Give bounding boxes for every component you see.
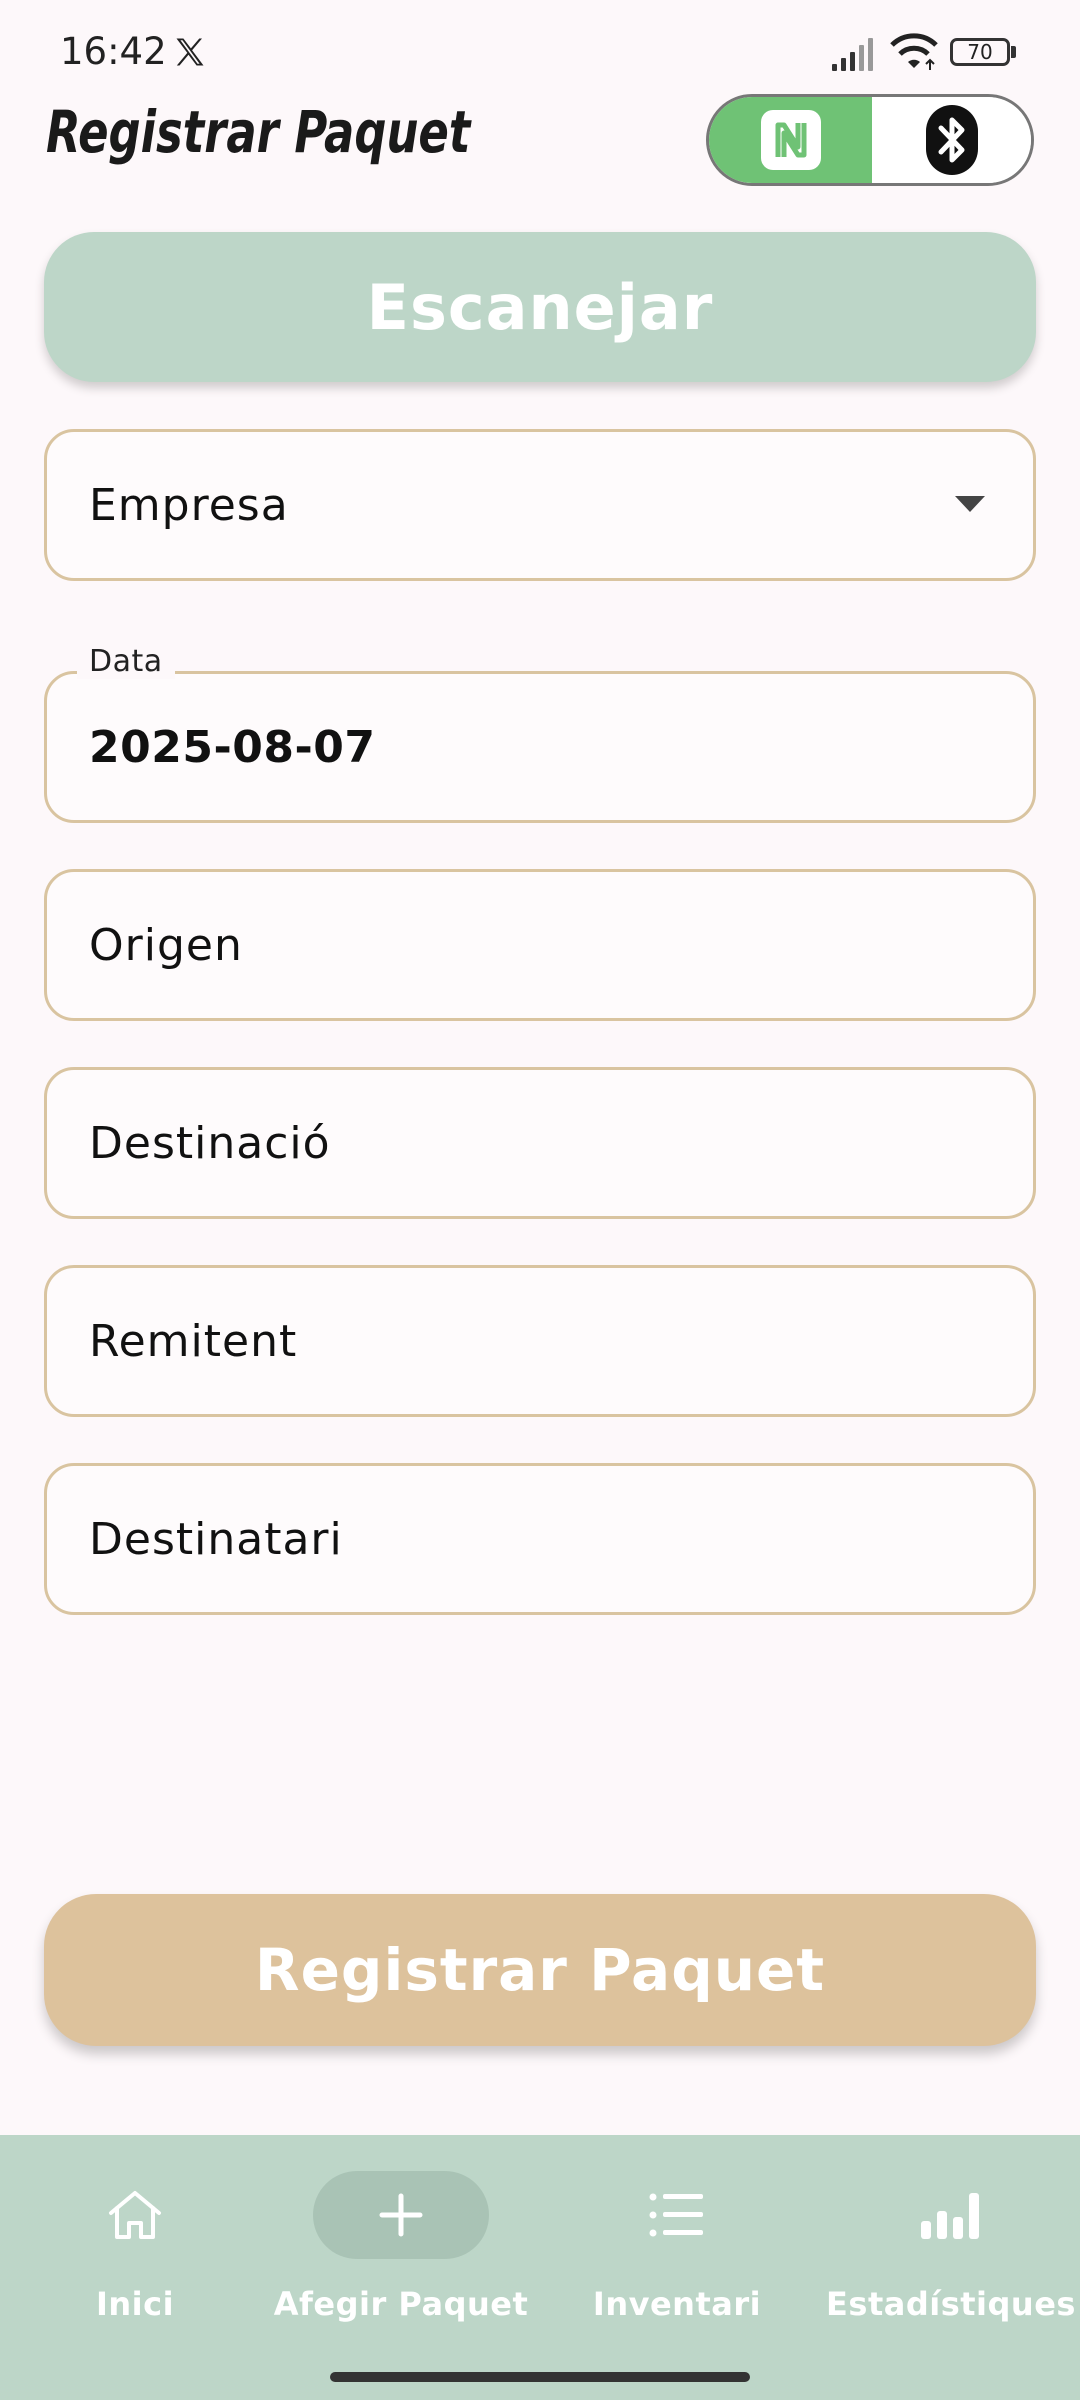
nav-label-add-package: Afegir Paquet (273, 2285, 529, 2323)
nav-label-home: Inici (95, 2285, 175, 2323)
bar-chart-icon (921, 2193, 979, 2239)
nav-label-inventory: Inventari (592, 2285, 762, 2323)
wifi-icon (890, 33, 938, 70)
nav-item-home[interactable]: Inici (0, 2135, 270, 2355)
company-dropdown[interactable]: Empresa (44, 429, 1036, 581)
date-value: 2025-08-07 (89, 721, 376, 773)
battery-level: 70 (967, 40, 993, 64)
destination-placeholder: Destinació (89, 1117, 331, 1169)
plus-icon (379, 2193, 423, 2237)
nav-item-add-package[interactable]: Afegir Paquet (266, 2135, 536, 2355)
home-icon (109, 2191, 161, 2239)
signal-icon (832, 38, 873, 71)
origin-field[interactable]: Origen (44, 869, 1036, 1021)
origin-placeholder: Origen (89, 919, 243, 971)
scan-button[interactable]: Escanejar (44, 232, 1036, 382)
company-placeholder: Empresa (89, 479, 289, 531)
recipient-placeholder: Destinatari (89, 1513, 343, 1565)
x-app-icon (176, 38, 204, 66)
dropdown-arrow-icon (955, 496, 985, 512)
battery-icon: 70 (950, 38, 1016, 68)
list-icon (649, 2193, 703, 2237)
nav-item-statistics[interactable]: Estadístiques (816, 2135, 1080, 2355)
bottom-navigation: Inici Afegir Paquet Inventari Estadístiq… (0, 2135, 1080, 2400)
page-title: Registrar Paquet (46, 98, 471, 166)
toggle-nfc-option[interactable] (709, 97, 872, 183)
destination-field[interactable]: Destinació (44, 1067, 1036, 1219)
connection-toggle[interactable] (706, 94, 1034, 186)
date-label: Data (77, 644, 175, 679)
home-indicator[interactable] (330, 2372, 750, 2382)
sender-placeholder: Remitent (89, 1315, 298, 1367)
bluetooth-icon (925, 105, 978, 175)
status-time: 16:42 (60, 30, 167, 73)
recipient-field[interactable]: Destinatari (44, 1463, 1036, 1615)
nav-label-statistics: Estadístiques (826, 2285, 1076, 2323)
toggle-bluetooth-option[interactable] (872, 97, 1031, 183)
date-field[interactable]: Data 2025-08-07 (44, 644, 1036, 823)
register-package-button[interactable]: Registrar Paquet (44, 1894, 1036, 2046)
nfc-icon (760, 110, 821, 170)
sender-field[interactable]: Remitent (44, 1265, 1036, 1417)
nav-item-inventory[interactable]: Inventari (542, 2135, 812, 2355)
